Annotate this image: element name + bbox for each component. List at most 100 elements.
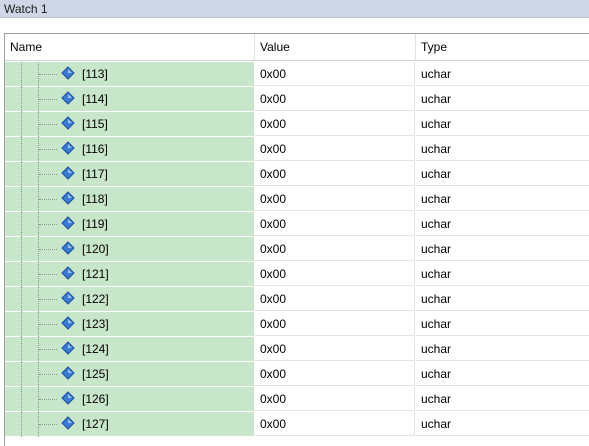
member-diamond-icon [61, 416, 75, 430]
value-cell[interactable]: 0x00 [255, 262, 415, 286]
tree-guide-line [21, 412, 22, 437]
table-row[interactable]: [113] 0x00 uchar [5, 62, 589, 87]
type-cell: uchar [416, 87, 589, 111]
table-row[interactable]: [124] 0x00 uchar [5, 337, 589, 362]
tree-guide-line [21, 87, 22, 112]
table-row[interactable]: [118] 0x00 uchar [5, 187, 589, 212]
name-cell[interactable]: [127] [5, 412, 254, 437]
tree-guide-line [21, 237, 22, 262]
watch-item-name: [120] [82, 242, 109, 256]
table-row[interactable]: [119] 0x00 uchar [5, 212, 589, 237]
name-cell[interactable]: [126] [5, 387, 254, 412]
name-cell[interactable]: [116] [5, 137, 254, 162]
type-cell: uchar [416, 387, 589, 411]
column-header-type[interactable]: Type [416, 34, 589, 60]
watch-item-name: [117] [82, 167, 108, 181]
name-cell[interactable]: [117] [5, 162, 254, 187]
value-cell[interactable]: 0x00 [255, 112, 415, 136]
type-cell: uchar [416, 237, 589, 261]
type-cell: uchar [416, 287, 589, 311]
type-cell: uchar [416, 362, 589, 386]
member-diamond-icon [61, 366, 75, 380]
table-row[interactable]: [122] 0x00 uchar [5, 287, 589, 312]
watch-item-name: [119] [82, 217, 108, 231]
watch-item-name: [126] [82, 392, 109, 406]
value-cell[interactable]: 0x00 [255, 187, 415, 211]
member-diamond-icon [61, 266, 75, 280]
value-cell[interactable]: 0x00 [255, 87, 415, 111]
tree-guide-line [21, 62, 22, 87]
table-row[interactable]: [121] 0x00 uchar [5, 262, 589, 287]
tree-guide-line [21, 112, 22, 137]
value-cell[interactable]: 0x00 [255, 287, 415, 311]
tree-guide-line [39, 399, 57, 400]
name-cell[interactable]: [123] [5, 312, 254, 337]
type-cell: uchar [416, 412, 589, 436]
name-cell[interactable]: [113] [5, 62, 254, 87]
table-row[interactable]: [123] 0x00 uchar [5, 312, 589, 337]
member-diamond-icon [61, 291, 75, 305]
name-cell[interactable]: [120] [5, 237, 254, 262]
watch-item-name: [125] [82, 367, 109, 381]
type-cell: uchar [416, 112, 589, 136]
tree-guide-line [21, 287, 22, 312]
value-cell[interactable]: 0x00 [255, 387, 415, 411]
value-cell[interactable]: 0x00 [255, 237, 415, 261]
tree-guide-line [39, 174, 57, 175]
table-row[interactable]: [117] 0x00 uchar [5, 162, 589, 187]
tree-guide-line [39, 374, 57, 375]
value-cell[interactable]: 0x00 [255, 62, 415, 86]
tree-guide-line [39, 224, 57, 225]
tree-guide-line [21, 312, 22, 337]
type-cell: uchar [416, 262, 589, 286]
value-cell[interactable]: 0x00 [255, 362, 415, 386]
member-diamond-icon [61, 391, 75, 405]
tree-guide-line [39, 424, 57, 425]
member-diamond-icon [61, 241, 75, 255]
member-diamond-icon [61, 341, 75, 355]
name-cell[interactable]: [115] [5, 112, 254, 137]
value-cell[interactable]: 0x00 [255, 212, 415, 236]
name-cell[interactable]: [114] [5, 87, 254, 112]
watch-item-name: [113] [82, 67, 108, 81]
type-cell: uchar [416, 212, 589, 236]
tree-guide-line [39, 274, 57, 275]
table-row[interactable]: [116] 0x00 uchar [5, 137, 589, 162]
table-row[interactable]: [120] 0x00 uchar [5, 237, 589, 262]
watch-grid: Name Value Type [113] 0x00 uchar [114] 0x00 u… [4, 33, 589, 446]
watch-item-name: [114] [82, 92, 108, 106]
name-cell[interactable]: [121] [5, 262, 254, 287]
value-cell[interactable]: 0x00 [255, 137, 415, 161]
watch-item-name: [115] [82, 117, 108, 131]
watch-window-title-bar[interactable]: Watch 1 [0, 0, 589, 18]
name-cell[interactable]: [124] [5, 337, 254, 362]
column-header-value[interactable]: Value [255, 34, 416, 60]
table-row[interactable]: [125] 0x00 uchar [5, 362, 589, 387]
name-cell[interactable]: [118] [5, 187, 254, 212]
name-cell[interactable]: [122] [5, 287, 254, 312]
value-cell[interactable]: 0x00 [255, 337, 415, 361]
watch-item-name: [122] [82, 292, 109, 306]
type-cell: uchar [416, 337, 589, 361]
member-diamond-icon [61, 116, 75, 130]
value-cell[interactable]: 0x00 [255, 312, 415, 336]
tree-guide-line [39, 249, 57, 250]
watch-item-name: [127] [82, 417, 109, 431]
column-header-name[interactable]: Name [5, 34, 255, 60]
name-cell[interactable]: [125] [5, 362, 254, 387]
table-row[interactable]: [115] 0x00 uchar [5, 112, 589, 137]
value-cell[interactable]: 0x00 [255, 412, 415, 436]
tree-guide-line [21, 262, 22, 287]
tree-guide-line [21, 387, 22, 412]
type-cell: uchar [416, 162, 589, 186]
table-row[interactable]: [127] 0x00 uchar [5, 412, 589, 437]
value-cell[interactable]: 0x00 [255, 162, 415, 186]
tree-guide-line [39, 324, 57, 325]
table-row[interactable]: [126] 0x00 uchar [5, 387, 589, 412]
tree-guide-line [21, 362, 22, 387]
type-cell: uchar [416, 187, 589, 211]
watch-item-name: [123] [82, 317, 109, 331]
table-row[interactable]: [114] 0x00 uchar [5, 87, 589, 112]
tree-guide-line [39, 299, 57, 300]
name-cell[interactable]: [119] [5, 212, 254, 237]
